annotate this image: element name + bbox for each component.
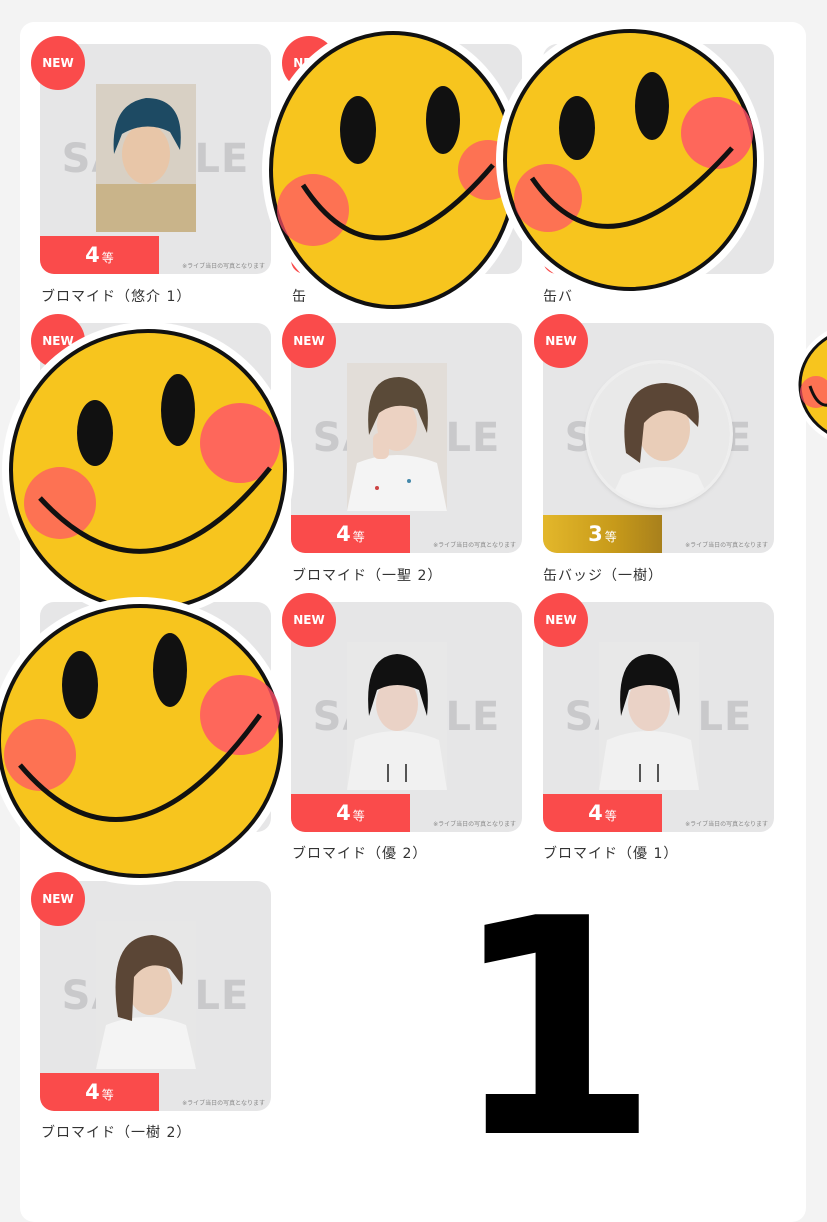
rank-badge: 3等	[543, 515, 662, 553]
member-photo	[96, 921, 196, 1069]
rank-badge: 4等	[543, 794, 662, 832]
smiley-sticker-icon	[2, 322, 294, 618]
photo-note: ※ライブ当日の写真となります	[182, 1100, 265, 1107]
photo-note: ※ライブ当日の写真となります	[685, 542, 768, 549]
rank-badge: 4等	[40, 1073, 159, 1111]
badge-photo	[588, 363, 730, 505]
rank-badge: 4等	[40, 236, 159, 274]
rank-badge: 4等	[291, 515, 410, 553]
item-label: ブロマイド（一樹 2）	[41, 1125, 192, 1141]
item-label: ブロマイド（悠介 1）	[41, 289, 192, 305]
smiley-sticker-icon	[496, 22, 764, 298]
smiley-sticker-icon	[794, 331, 827, 439]
member-photo	[347, 363, 447, 511]
new-badge: NEW	[534, 593, 588, 647]
photo-note: ※ライブ当日の写真となります	[685, 821, 768, 828]
member-photo	[96, 84, 196, 232]
new-badge: NEW	[31, 36, 85, 90]
item-label: ブロマイド（優 2）	[292, 846, 428, 862]
new-badge: NEW	[534, 314, 588, 368]
photo-note: ※ライブ当日の写真となります	[433, 542, 516, 549]
photo-note: ※ライブ当日の写真となります	[433, 821, 516, 828]
photo-note: ※ライブ当日の写真となります	[182, 263, 265, 270]
item-label: 缶バッジ（一樹）	[543, 568, 663, 584]
smiley-sticker-icon	[262, 24, 524, 316]
smiley-sticker-icon	[0, 597, 290, 885]
member-photo	[347, 642, 447, 790]
member-photo	[599, 642, 699, 790]
rank-badge: 4等	[291, 794, 410, 832]
item-label: ブロマイド（一聖 2）	[292, 568, 443, 584]
overlay-number: 1	[450, 855, 660, 1204]
